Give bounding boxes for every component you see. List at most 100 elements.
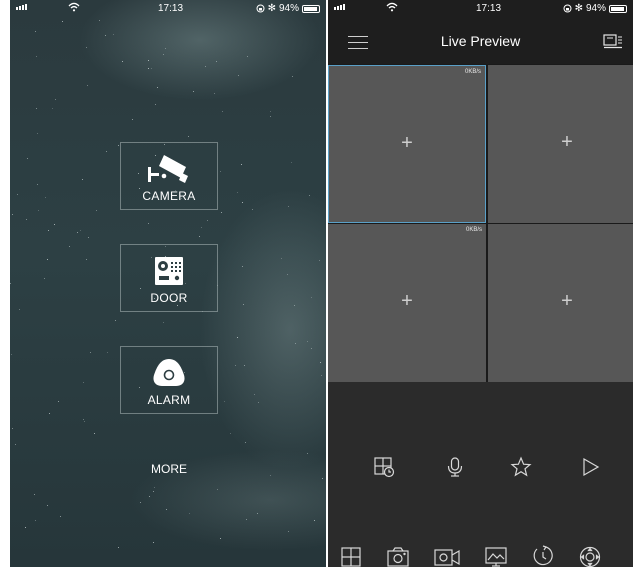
- star-dot: [230, 433, 231, 434]
- star-dot: [140, 502, 141, 503]
- star-dot: [163, 322, 164, 323]
- more-button[interactable]: MORE: [120, 462, 218, 476]
- star-dot: [322, 478, 323, 479]
- camera-menu-button[interactable]: CAMERA: [120, 142, 218, 210]
- bluetooth-icon: ✻: [267, 3, 276, 14]
- add-channel-icon[interactable]: +: [329, 132, 485, 155]
- star-dot: [36, 56, 37, 57]
- star-dot: [153, 491, 154, 492]
- bitrate-label: 0KB/s: [465, 227, 482, 233]
- star-dot: [55, 99, 56, 100]
- star-dot: [105, 35, 106, 36]
- preview-cell-2[interactable]: 0K +: [488, 65, 633, 223]
- star-dot: [149, 496, 150, 497]
- star-dot: [243, 304, 244, 305]
- preview-cell-4[interactable]: 0K +: [488, 224, 633, 382]
- door-intercom-icon: [155, 257, 183, 285]
- star-dot: [10, 283, 11, 284]
- star-dot: [309, 195, 310, 196]
- star-dot: [48, 230, 49, 231]
- star-dot: [26, 219, 27, 220]
- preview-cell-1[interactable]: 0KB/s +: [328, 65, 486, 223]
- star-dot: [163, 54, 164, 55]
- star-dot: [270, 111, 271, 112]
- star-dot: [199, 236, 200, 237]
- star-dot: [118, 547, 119, 548]
- star-dot: [319, 260, 320, 261]
- star-dot: [34, 494, 35, 495]
- star-dot: [60, 516, 61, 517]
- star-dot: [80, 230, 81, 231]
- image-quality-icon[interactable]: [484, 546, 508, 567]
- bluetooth-icon: ✻: [574, 3, 583, 14]
- star-dot: [25, 527, 26, 528]
- star-dot: [165, 48, 166, 49]
- star-dot: [45, 197, 46, 198]
- control-panel: [328, 382, 633, 567]
- star-dot: [189, 513, 190, 514]
- star-dot: [188, 136, 189, 137]
- status-time: 17:13: [476, 3, 502, 14]
- battery-percent: 94%: [585, 3, 606, 14]
- star-dot: [38, 210, 39, 211]
- record-video-icon[interactable]: [433, 546, 461, 567]
- preview-cell-3[interactable]: 0KB/s +: [328, 224, 486, 382]
- add-channel-icon[interactable]: +: [328, 290, 486, 313]
- star-dot: [252, 209, 253, 210]
- alarm-menu-button[interactable]: ALARM: [120, 346, 218, 414]
- star-dot: [19, 309, 20, 310]
- star-dot: [321, 375, 322, 376]
- star-dot: [214, 93, 215, 94]
- star-dot: [47, 259, 48, 260]
- star-dot: [238, 75, 239, 76]
- star-dot: [216, 61, 217, 62]
- star-dot: [258, 402, 259, 403]
- door-menu-button[interactable]: DOOR: [120, 244, 218, 312]
- alarm-icon: [153, 359, 185, 386]
- star-dot: [54, 224, 55, 225]
- star-dot: [166, 509, 167, 510]
- play-icon[interactable]: [581, 456, 601, 478]
- star-dot: [122, 61, 123, 62]
- cell-signal-icon: [16, 4, 27, 10]
- star-dot: [96, 210, 97, 211]
- favorite-star-icon[interactable]: [510, 456, 532, 478]
- playback-split-icon[interactable]: [373, 456, 395, 478]
- page-title: Live Preview: [440, 33, 521, 49]
- star-dot: [294, 305, 295, 306]
- status-bar: 17:13 ✻ 94%: [328, 0, 633, 18]
- star-dot: [82, 179, 83, 180]
- star-dot: [148, 223, 149, 224]
- camera-label: CAMERA: [142, 189, 196, 203]
- snapshot-icon[interactable]: [386, 546, 410, 567]
- star-dot: [201, 227, 202, 228]
- ptz-rotate-icon[interactable]: [531, 544, 555, 567]
- split-screen-icon[interactable]: [340, 546, 362, 567]
- star-dot: [88, 237, 89, 238]
- star-dot: [37, 133, 38, 134]
- device-list-icon[interactable]: [603, 33, 623, 49]
- home-screen: 17:13 ✻ 94% CAMERA DOOR ALARM MORE: [10, 0, 326, 567]
- star-dot: [153, 542, 154, 543]
- star-dot: [281, 258, 282, 259]
- star-dot: [12, 428, 13, 429]
- star-dot: [37, 184, 38, 185]
- battery-icon: [302, 4, 320, 13]
- star-dot: [148, 60, 149, 61]
- star-dot: [288, 531, 289, 532]
- star-dot: [83, 382, 84, 383]
- battery-icon: [609, 4, 627, 13]
- alarm-label: ALARM: [147, 393, 191, 407]
- camera-icon: [148, 155, 188, 183]
- star-dot: [245, 442, 246, 443]
- star-dot: [12, 214, 13, 215]
- star-dot: [155, 104, 156, 105]
- star-dot: [244, 365, 245, 366]
- add-channel-icon[interactable]: +: [488, 131, 633, 154]
- microphone-icon[interactable]: [445, 456, 465, 478]
- door-label: DOOR: [150, 291, 188, 305]
- ptz-control-icon[interactable]: [578, 545, 602, 567]
- star-dot: [107, 352, 108, 353]
- add-channel-icon[interactable]: +: [488, 290, 633, 313]
- star-dot: [217, 489, 218, 490]
